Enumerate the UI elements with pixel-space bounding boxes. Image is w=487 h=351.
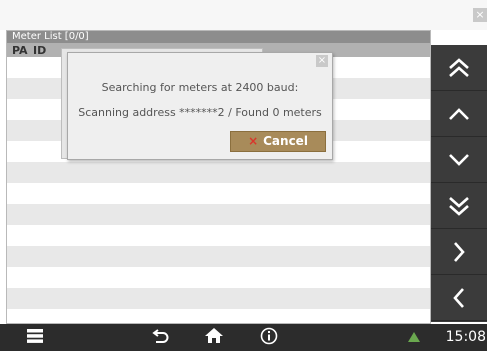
column-header-id: ID [33, 44, 47, 57]
menu-icon [26, 328, 44, 348]
chevron-down-icon [447, 153, 471, 167]
close-icon: × [248, 134, 259, 148]
chevron-up-icon [447, 107, 471, 121]
table-row[interactable] [7, 162, 430, 183]
info-icon [260, 327, 278, 349]
meter-list-title: Meter List [0/0] [7, 31, 430, 43]
previous-button[interactable] [431, 275, 487, 321]
window-top-strip: × [0, 0, 487, 30]
page-down-button[interactable] [431, 183, 487, 229]
column-header-pa: PA [12, 44, 28, 57]
scroll-down-button[interactable] [431, 137, 487, 183]
scan-progress-text: Scanning address *******2 / Found 0 mete… [78, 106, 322, 119]
search-progress-dialog: × Searching for meters at 2400 baud: Sca… [67, 52, 333, 160]
search-status-text: Searching for meters at 2400 baud: [101, 81, 299, 94]
window-close-button[interactable]: × [473, 8, 487, 22]
clock-time: 15:08 [445, 329, 486, 345]
double-chevron-down-icon [447, 196, 471, 216]
chevron-right-icon [452, 240, 466, 264]
scroll-button-panel [431, 45, 487, 322]
menu-button[interactable] [24, 324, 46, 351]
table-row[interactable] [7, 267, 430, 288]
table-row[interactable] [7, 183, 430, 204]
table-row[interactable] [7, 246, 430, 267]
next-button[interactable] [431, 229, 487, 275]
table-row[interactable] [7, 225, 430, 246]
table-row[interactable] [7, 309, 430, 323]
cancel-button[interactable]: × Cancel [230, 131, 326, 152]
warning-indicator[interactable] [406, 324, 422, 351]
warning-icon [407, 328, 421, 347]
cancel-button-label: Cancel [263, 134, 308, 148]
double-chevron-up-icon [447, 57, 471, 78]
info-button[interactable] [258, 324, 280, 351]
back-button[interactable] [150, 324, 172, 351]
table-row[interactable] [7, 204, 430, 225]
chevron-left-icon [452, 286, 466, 310]
scroll-up-button[interactable] [431, 91, 487, 137]
table-row[interactable] [7, 288, 430, 309]
dialog-close-button[interactable]: × [316, 55, 328, 67]
page-up-button[interactable] [431, 45, 487, 91]
home-icon [204, 327, 224, 348]
bottom-toolbar: 15:08 [0, 324, 487, 351]
back-icon [152, 328, 170, 348]
home-button[interactable] [202, 324, 226, 351]
